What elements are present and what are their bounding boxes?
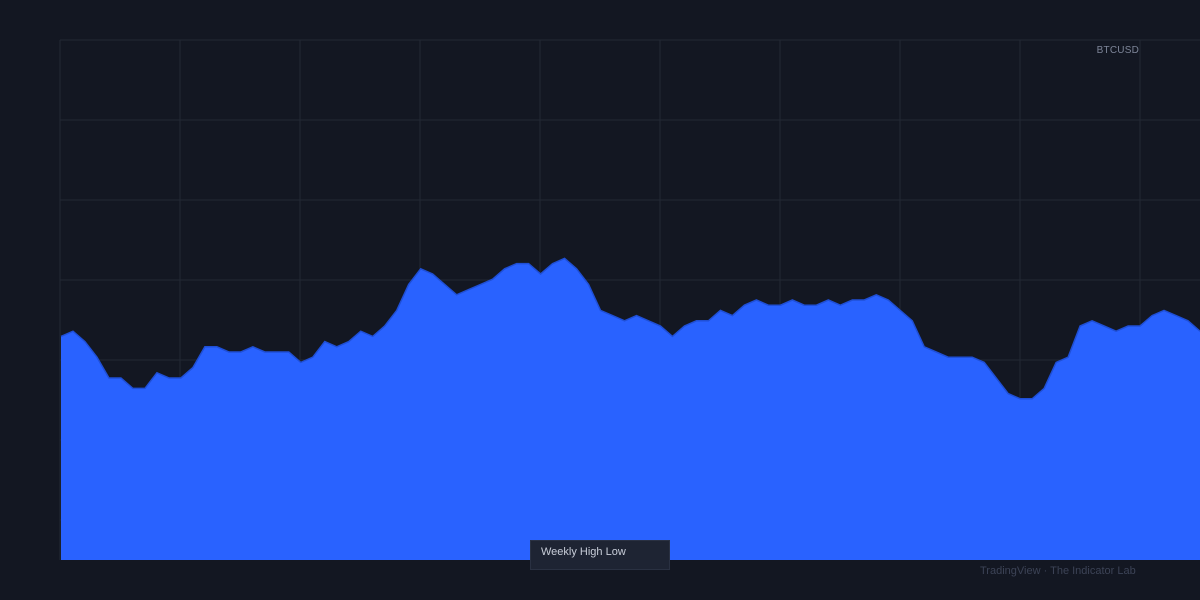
watermark: TradingView · The Indicator Lab — [980, 565, 1136, 577]
price-chart[interactable] — [0, 0, 1200, 600]
indicator-tag[interactable]: Weekly High Low — [530, 540, 670, 570]
price-area-fill — [61, 258, 1200, 560]
symbol-label: BTCUSD — [1096, 45, 1139, 56]
